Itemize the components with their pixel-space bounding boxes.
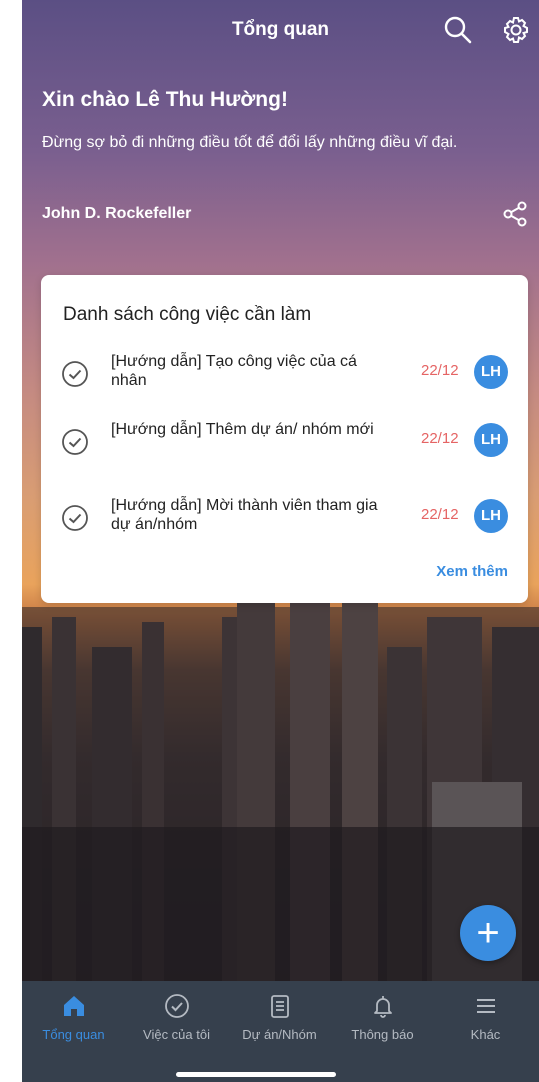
bell-icon: [373, 996, 392, 1018]
gear-icon[interactable]: [500, 14, 532, 46]
todo-item-title: [Hướng dẫn] Thêm dự án/ nhóm mới: [111, 421, 374, 438]
nav-item-label: Việc của tôi: [143, 1027, 210, 1042]
todo-item[interactable]: [Hướng dẫn] Tạo công việc của cá nhân 22…: [41, 352, 528, 412]
share-icon[interactable]: [501, 200, 529, 228]
nav-item-label: Khác: [470, 1027, 501, 1042]
add-button[interactable]: +: [460, 905, 516, 961]
check-circle-icon[interactable]: [61, 360, 89, 388]
nav-item-projects[interactable]: Dự án/Nhóm: [228, 981, 331, 1051]
clipboard-icon: [270, 995, 289, 1018]
app-screen: Tổng quan Xin chào Lê Thu Hường! Đừng sợ…: [22, 0, 539, 1082]
todo-card-title: Danh sách công việc cần làm: [63, 304, 312, 325]
nav-item-overview[interactable]: Tổng quan: [22, 981, 125, 1051]
nav-item-more[interactable]: Khác: [434, 981, 537, 1051]
nav-item-label: Thông báo: [351, 1027, 414, 1042]
see-more-link[interactable]: Xem thêm: [436, 563, 508, 580]
todo-item-title: [Hướng dẫn] Mời thành viên tham gia dự á…: [111, 497, 378, 533]
avatar: LH: [474, 355, 508, 389]
bottom-nav: Tổng quan Việc của tôi Dự án/Nhóm Thông …: [22, 981, 539, 1082]
search-icon[interactable]: [442, 14, 474, 46]
check-circle-icon: [164, 994, 189, 1018]
avatar: LH: [474, 499, 508, 533]
nav-item-label: Tổng quan: [42, 1027, 105, 1042]
quote-text: Đừng sợ bỏ đi những điều tốt để đổi lấy …: [42, 134, 458, 151]
nav-item-notifications[interactable]: Thông báo: [331, 981, 434, 1051]
todo-item-title: [Hướng dẫn] Tạo công việc của cá nhân: [111, 353, 357, 389]
todo-item-date: 22/12: [421, 506, 459, 523]
check-circle-icon[interactable]: [61, 504, 89, 532]
menu-icon: [476, 999, 495, 1013]
quote-author: John D. Rockefeller: [42, 205, 192, 222]
todo-card: Danh sách công việc cần làm [Hướng dẫn] …: [41, 275, 528, 603]
todo-item[interactable]: [Hướng dẫn] Thêm dự án/ nhóm mới 22/12 L…: [41, 420, 528, 480]
avatar: LH: [474, 423, 508, 457]
home-icon: [63, 996, 84, 1016]
nav-item-my-tasks[interactable]: Việc của tôi: [125, 981, 228, 1051]
todo-item[interactable]: [Hướng dẫn] Mời thành viên tham gia dự á…: [41, 496, 528, 556]
check-circle-icon[interactable]: [61, 428, 89, 456]
nav-item-label: Dự án/Nhóm: [242, 1027, 317, 1042]
greeting-text: Xin chào Lê Thu Hường!: [42, 88, 288, 111]
todo-item-date: 22/12: [421, 430, 459, 447]
top-bar: Tổng quan: [22, 0, 539, 64]
plus-icon: +: [476, 911, 500, 955]
todo-item-date: 22/12: [421, 362, 459, 379]
home-indicator[interactable]: [176, 1072, 336, 1077]
